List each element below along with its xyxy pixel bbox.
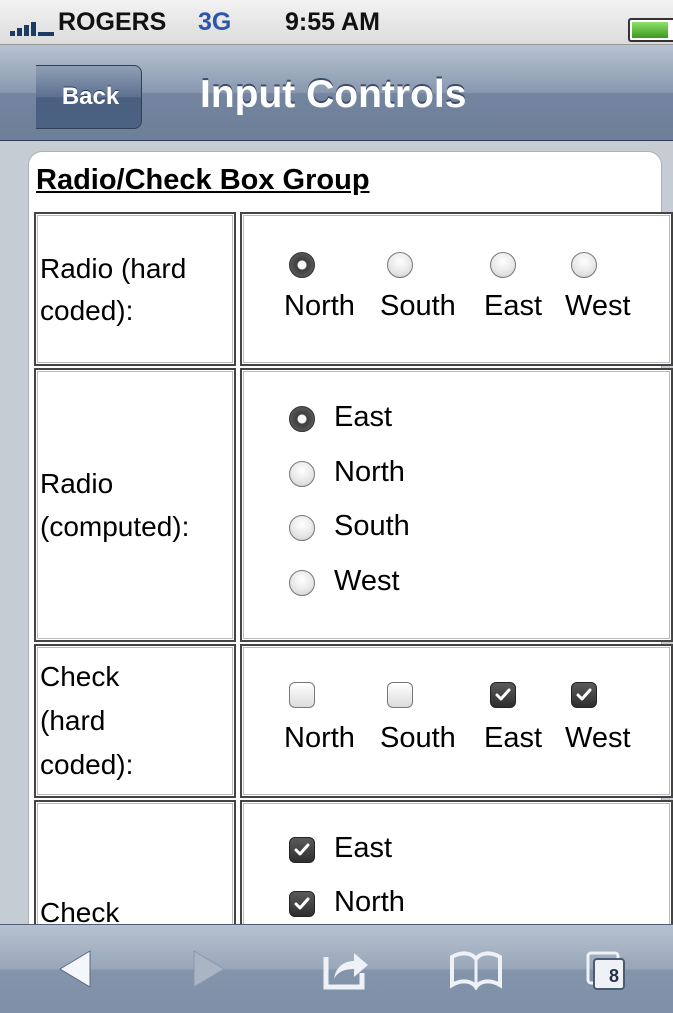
checkbox-computed-east-label: East bbox=[334, 832, 393, 864]
radio-west-label: West bbox=[565, 290, 631, 322]
row-label-radio-computed-1: Radio bbox=[40, 468, 114, 499]
radio-west[interactable] bbox=[571, 252, 597, 278]
network-type: 3G bbox=[198, 8, 232, 36]
forward-arrow-icon[interactable] bbox=[180, 943, 236, 995]
row-label-check-hard-3: coded): bbox=[40, 749, 134, 780]
radio-south-label: South bbox=[380, 290, 456, 322]
radio-computed-north-label: North bbox=[334, 456, 405, 488]
battery-icon bbox=[628, 18, 673, 42]
bookmarks-icon[interactable] bbox=[448, 943, 504, 995]
radio-computed-east-label: East bbox=[334, 401, 393, 433]
checkbox-computed-north[interactable] bbox=[289, 891, 315, 917]
checkbox-south-label: South bbox=[380, 722, 456, 754]
checkmark-icon bbox=[294, 897, 310, 910]
checkmark-icon bbox=[576, 688, 592, 701]
carrier-name: ROGERS bbox=[58, 8, 167, 36]
radio-computed-west[interactable] bbox=[289, 570, 315, 596]
page-title: Input Controls bbox=[200, 73, 467, 116]
row-label-radio-computed-2: (computed): bbox=[40, 511, 190, 542]
back-button-label: Back bbox=[61, 83, 120, 110]
back-button[interactable]: Back bbox=[36, 65, 142, 129]
checkmark-icon bbox=[495, 688, 511, 701]
check-hard-options-cell bbox=[240, 644, 673, 798]
checkbox-west-label: West bbox=[565, 722, 631, 754]
radio-north-label: North bbox=[284, 290, 355, 322]
radio-hard-options-cell bbox=[240, 212, 673, 366]
radio-east-label: East bbox=[484, 290, 543, 322]
row-label-cell bbox=[34, 368, 236, 642]
checkbox-south[interactable] bbox=[387, 682, 413, 708]
tabs-count-badge: 8 bbox=[608, 966, 619, 986]
browser-toolbar bbox=[0, 924, 673, 1013]
checkmark-icon bbox=[294, 843, 310, 856]
checkbox-north-label: North bbox=[284, 722, 355, 754]
checkbox-computed-north-label: North bbox=[334, 886, 405, 918]
back-arrow-icon[interactable] bbox=[48, 943, 104, 995]
radio-computed-south[interactable] bbox=[289, 515, 315, 541]
radio-computed-north[interactable] bbox=[289, 461, 315, 487]
row-label-check-hard-2: (hard bbox=[40, 705, 106, 736]
radio-computed-south-label: South bbox=[334, 510, 410, 542]
radio-east[interactable] bbox=[490, 252, 516, 278]
share-icon[interactable] bbox=[318, 943, 374, 995]
checkbox-north[interactable] bbox=[289, 682, 315, 708]
checkbox-west[interactable] bbox=[571, 682, 597, 708]
radio-south[interactable] bbox=[387, 252, 413, 278]
checkbox-east[interactable] bbox=[490, 682, 516, 708]
row-label-radio-hard-1: Radio (hard bbox=[40, 253, 187, 284]
radio-computed-east[interactable] bbox=[289, 406, 315, 432]
navigation-bar: Back Input Controls bbox=[0, 45, 673, 141]
checkbox-east-label: East bbox=[484, 722, 543, 754]
status-bar: ROGERS 3G 9:55 AM bbox=[0, 0, 673, 45]
row-label-check-hard-1: Check bbox=[40, 661, 120, 692]
radio-computed-west-label: West bbox=[334, 565, 400, 597]
group-heading: Radio/Check Box Group bbox=[36, 164, 370, 196]
row-label-radio-hard-2: coded): bbox=[40, 295, 134, 326]
checkbox-computed-east[interactable] bbox=[289, 837, 315, 863]
radio-north[interactable] bbox=[289, 252, 315, 278]
signal-strength-icon bbox=[10, 18, 54, 36]
clock: 9:55 AM bbox=[285, 8, 380, 36]
